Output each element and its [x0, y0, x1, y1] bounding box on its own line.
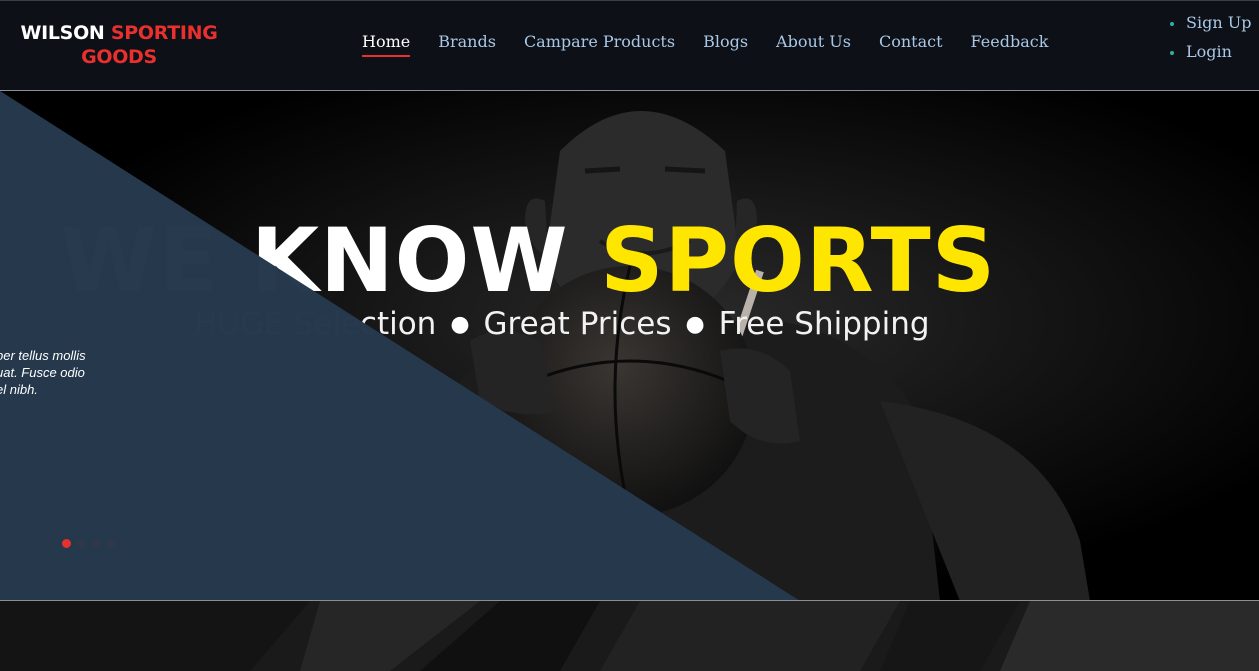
brand-word-goods: GOODS	[81, 46, 157, 68]
brand-word-wilson: WILSON	[20, 22, 105, 44]
account-links: Sign Up Login	[1170, 11, 1251, 69]
nav-brands[interactable]: Brands	[438, 31, 496, 55]
caption-line: el nibh.	[0, 382, 38, 397]
slider-dot[interactable]	[92, 539, 101, 548]
bullet-icon	[1170, 50, 1174, 55]
slider-dot[interactable]	[62, 539, 71, 548]
slide-caption: per tellus mollis uat. Fusce odio el nib…	[0, 347, 126, 398]
bullet-icon	[1170, 21, 1174, 26]
nav-contact[interactable]: Contact	[879, 31, 943, 55]
nav-blogs[interactable]: Blogs	[703, 31, 748, 55]
signup-link[interactable]: Sign Up	[1186, 13, 1251, 32]
brand-logo[interactable]: WILSON SPORTING GOODS	[14, 21, 224, 69]
slider-dots	[62, 539, 116, 548]
slider-dot[interactable]	[77, 539, 86, 548]
login-link[interactable]: Login	[1186, 42, 1232, 61]
textured-background-strip	[0, 601, 1259, 671]
caption-line: per tellus mollis	[0, 348, 86, 363]
nav-compare-products[interactable]: Campare Products	[524, 31, 675, 55]
hero-slider: WE KNOW SPORTS HUGE Selection●Great Pric…	[0, 91, 1259, 601]
nav-home[interactable]: Home	[362, 31, 411, 57]
main-nav: Home Brands Campare Products Blogs About…	[362, 31, 1076, 57]
nav-about-us[interactable]: About Us	[776, 31, 851, 55]
brand-word-sporting: SPORTING	[110, 22, 218, 44]
signup-item[interactable]: Sign Up	[1170, 11, 1251, 40]
site-header: WILSON SPORTING GOODS Home Brands Campar…	[0, 0, 1259, 91]
caption-line: uat. Fusce odio	[0, 365, 85, 380]
overlay-fill	[0, 91, 799, 600]
login-item[interactable]: Login	[1170, 40, 1251, 69]
nav-feedback[interactable]: Feedback	[971, 31, 1049, 55]
texture-shapes	[0, 601, 1259, 671]
slider-dot[interactable]	[107, 539, 116, 548]
